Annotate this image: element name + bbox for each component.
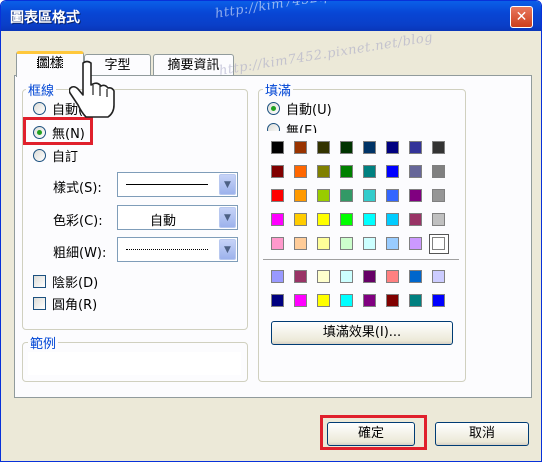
color-swatch[interactable]	[432, 270, 445, 283]
border-custom-label: 自訂	[52, 150, 79, 165]
color-swatch[interactable]	[271, 237, 284, 250]
color-swatch[interactable]	[340, 189, 353, 202]
close-button[interactable]: ✕	[510, 6, 533, 28]
border-group-title: 框線	[26, 80, 57, 99]
color-swatch[interactable]	[340, 294, 353, 307]
color-swatch[interactable]	[432, 189, 445, 202]
color-swatch[interactable]	[294, 165, 307, 178]
color-swatch[interactable]	[432, 237, 445, 250]
cancel-label: 取消	[468, 426, 495, 441]
round-corners-checkbox[interactable]	[33, 297, 46, 310]
line-color-value: 自動	[150, 214, 177, 229]
color-swatch[interactable]	[294, 213, 307, 226]
color-swatch[interactable]	[340, 237, 353, 250]
color-swatch[interactable]	[386, 189, 399, 202]
color-swatch[interactable]	[363, 141, 376, 154]
color-swatch[interactable]	[386, 213, 399, 226]
color-swatch[interactable]	[363, 294, 376, 307]
color-swatch[interactable]	[317, 270, 330, 283]
color-swatch[interactable]	[317, 141, 330, 154]
color-swatch[interactable]	[271, 141, 284, 154]
color-swatch[interactable]	[271, 165, 284, 178]
fill-group-title: 填滿	[263, 80, 294, 99]
color-swatch[interactable]	[340, 141, 353, 154]
fill-auto-label: 自動(U)	[286, 103, 332, 118]
shadow-checkbox[interactable]	[33, 275, 46, 288]
preview-group-title: 範例	[28, 333, 59, 352]
color-swatch[interactable]	[317, 237, 330, 250]
cancel-button[interactable]: 取消	[435, 422, 529, 446]
color-swatch[interactable]	[409, 141, 422, 154]
color-swatch[interactable]	[340, 270, 353, 283]
color-swatch[interactable]	[432, 213, 445, 226]
color-swatch[interactable]	[409, 270, 422, 283]
hand-pointer-icon	[69, 60, 115, 118]
color-swatch[interactable]	[386, 165, 399, 178]
color-swatch[interactable]	[386, 294, 399, 307]
round-corners-label: 圓角(R)	[52, 298, 98, 313]
line-weight-sample	[126, 249, 208, 250]
color-swatch[interactable]	[409, 237, 422, 250]
color-swatch[interactable]	[317, 294, 330, 307]
line-style-select[interactable]: ▼	[117, 172, 238, 197]
fill-none-label: 無(E)	[286, 124, 318, 133]
highlight-ok-button	[320, 415, 427, 450]
border-custom-radio[interactable]	[33, 149, 46, 162]
chevron-down-icon[interactable]: ▼	[219, 239, 236, 260]
tab-summary-label: 摘要資訊	[167, 58, 220, 73]
color-swatch[interactable]	[409, 165, 422, 178]
color-swatch[interactable]	[294, 141, 307, 154]
color-swatch[interactable]	[363, 237, 376, 250]
fill-auto-radio[interactable]	[267, 102, 280, 115]
color-swatch[interactable]	[317, 165, 330, 178]
color-swatch[interactable]	[363, 270, 376, 283]
color-swatch[interactable]	[386, 237, 399, 250]
color-swatch[interactable]	[294, 270, 307, 283]
color-swatch[interactable]	[317, 213, 330, 226]
color-swatch[interactable]	[294, 189, 307, 202]
color-swatch[interactable]	[271, 294, 284, 307]
preview-box	[28, 352, 241, 375]
line-style-sample	[126, 184, 208, 185]
fill-effects-button[interactable]: 填滿效果(I)...	[271, 321, 453, 345]
color-swatch[interactable]	[340, 165, 353, 178]
color-swatch[interactable]	[340, 213, 353, 226]
color-swatch[interactable]	[386, 141, 399, 154]
color-swatch[interactable]	[271, 189, 284, 202]
color-swatch[interactable]	[409, 294, 422, 307]
line-style-label: 樣式(S):	[53, 181, 102, 196]
chevron-down-icon[interactable]: ▼	[219, 207, 236, 228]
color-swatch[interactable]	[386, 270, 399, 283]
color-swatch[interactable]	[294, 294, 307, 307]
color-swatch[interactable]	[271, 270, 284, 283]
fill-effects-label: 填滿效果(I)...	[322, 325, 402, 340]
color-swatch[interactable]	[432, 294, 445, 307]
color-swatch[interactable]	[363, 189, 376, 202]
color-swatch[interactable]	[271, 213, 284, 226]
color-swatch[interactable]	[363, 213, 376, 226]
close-icon: ✕	[515, 9, 528, 25]
color-swatch[interactable]	[409, 213, 422, 226]
color-swatch[interactable]	[294, 237, 307, 250]
highlight-none-option	[23, 117, 93, 145]
line-weight-select[interactable]: ▼	[117, 237, 238, 262]
color-swatch[interactable]	[409, 189, 422, 202]
color-swatch[interactable]	[432, 141, 445, 154]
window-title: 圖表區格式	[10, 10, 80, 26]
color-swatch[interactable]	[432, 165, 445, 178]
line-weight-label: 粗細(W):	[53, 246, 107, 261]
color-swatch[interactable]	[363, 165, 376, 178]
color-swatch[interactable]	[317, 189, 330, 202]
watermark-text: http://kim7452.pixnet.net/blog	[214, 1, 504, 27]
tab-patterns-label: 圖樣	[34, 56, 66, 71]
shadow-label: 陰影(D)	[52, 276, 99, 291]
line-color-label: 色彩(C):	[53, 214, 103, 229]
chevron-down-icon[interactable]: ▼	[219, 174, 236, 195]
line-color-select[interactable]: 自動 ▼	[117, 205, 238, 230]
palette-divider	[263, 259, 459, 260]
format-chart-area-dialog: 圖表區格式 http://kim7452.pixnet.net/blog ✕ 圖…	[0, 0, 542, 462]
border-auto-radio[interactable]	[33, 102, 46, 115]
